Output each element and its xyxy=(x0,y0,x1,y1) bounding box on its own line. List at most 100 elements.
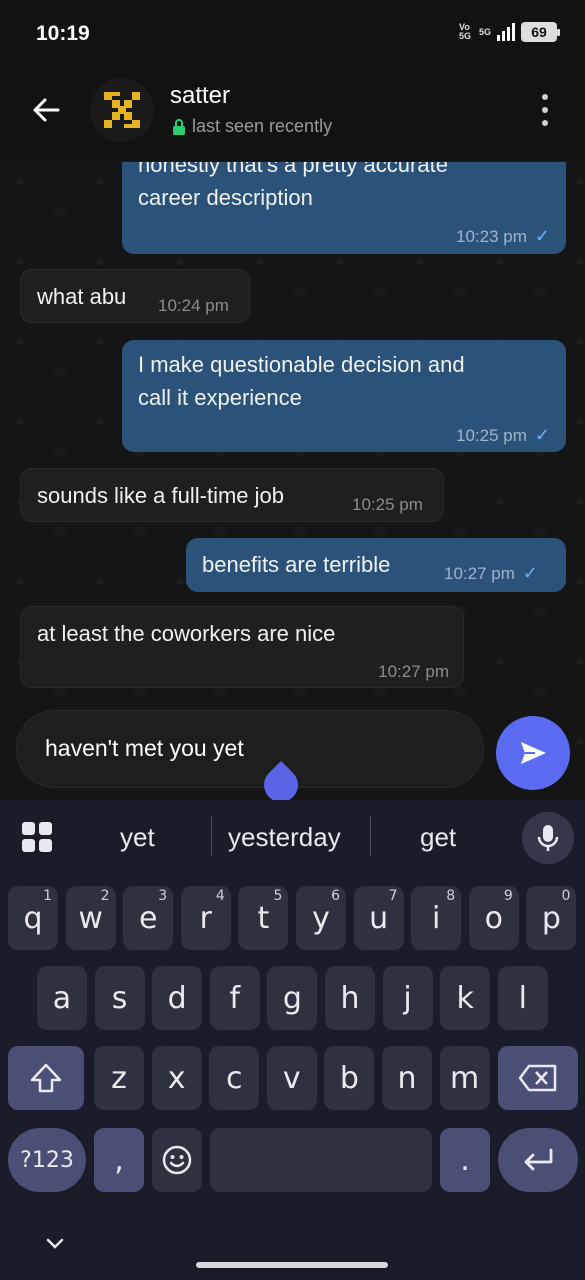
suggestion-2[interactable]: yesterday xyxy=(228,822,341,853)
message-outgoing[interactable]: benefits are terrible 10:27 pm ✓ xyxy=(186,538,566,592)
message-time: 10:27 pm xyxy=(444,564,515,583)
key-d[interactable]: d xyxy=(152,966,203,1030)
message-text: at least the coworkers are nice xyxy=(37,621,336,646)
key-g[interactable]: g xyxy=(267,966,318,1030)
key-z[interactable]: z xyxy=(94,1046,144,1110)
contact-name[interactable]: satter xyxy=(170,82,230,110)
key-s[interactable]: s xyxy=(94,966,145,1030)
avatar-image xyxy=(90,78,154,142)
send-icon xyxy=(521,742,546,764)
key-v[interactable]: v xyxy=(266,1046,317,1110)
key-i[interactable]: i8 xyxy=(411,886,462,950)
avatar[interactable] xyxy=(90,78,154,142)
key-label: l xyxy=(518,980,527,1016)
read-check-icon: ✓ xyxy=(522,563,538,583)
back-button[interactable] xyxy=(28,92,64,128)
key-l[interactable]: l xyxy=(497,966,548,1030)
message-text: call it experience xyxy=(138,385,302,410)
key-m[interactable]: m xyxy=(439,1046,490,1110)
key-number-hint: 9 xyxy=(503,888,513,904)
message-incoming[interactable]: what abu 10:24 pm xyxy=(20,269,250,323)
key-u[interactable]: u7 xyxy=(353,886,404,950)
mic-button[interactable] xyxy=(522,812,574,864)
key-y[interactable]: y6 xyxy=(296,886,346,950)
key-label: a xyxy=(52,980,72,1016)
suggestion-3[interactable]: get xyxy=(420,822,456,853)
message-input-value: haven't met you yet xyxy=(45,735,244,761)
mic-icon xyxy=(537,825,559,851)
key-label: u xyxy=(369,900,389,936)
key-label: p xyxy=(541,900,561,936)
last-seen-label: last seen recently xyxy=(192,116,333,136)
shift-icon xyxy=(30,1063,62,1093)
emoji-key[interactable] xyxy=(152,1128,202,1192)
message-text: honestly that's a pretty accurate xyxy=(138,162,448,177)
key-o[interactable]: o9 xyxy=(468,886,519,950)
key-number-hint: 5 xyxy=(273,888,283,904)
key-number-hint: 1 xyxy=(43,888,52,904)
key-t[interactable]: t5 xyxy=(238,886,289,950)
apps-grid-icon[interactable] xyxy=(22,822,52,852)
message-meta: 10:23 pm ✓ xyxy=(456,220,550,253)
key-j[interactable]: j xyxy=(382,966,433,1030)
message-time: 10:25 pm xyxy=(352,495,423,514)
key-h[interactable]: h xyxy=(325,966,375,1030)
key-x[interactable]: x xyxy=(151,1046,202,1110)
chevron-down-icon[interactable] xyxy=(44,1232,66,1254)
contact-status: last seen recently xyxy=(172,116,332,137)
message-incoming[interactable]: sounds like a full-time job 10:25 pm xyxy=(20,468,444,522)
backspace-icon xyxy=(518,1064,557,1092)
key-f[interactable]: f xyxy=(209,966,260,1030)
message-time: 10:23 pm xyxy=(456,227,527,246)
key-label: d xyxy=(167,980,187,1016)
key-e[interactable]: e3 xyxy=(123,886,174,950)
message-text: sounds like a full-time job xyxy=(37,483,285,508)
space-key[interactable] xyxy=(210,1128,432,1192)
period-key[interactable]: . xyxy=(440,1128,490,1192)
key-label: z xyxy=(111,1060,127,1096)
suggestion-divider xyxy=(370,816,371,856)
key-q[interactable]: q1 xyxy=(8,886,58,950)
signal-label: 5G xyxy=(478,27,491,37)
message-input[interactable]: haven't met you yet xyxy=(16,710,484,788)
key-w[interactable]: w2 xyxy=(65,886,116,950)
key-n[interactable]: n xyxy=(382,1046,432,1110)
message-text: benefits are terrible xyxy=(202,552,391,577)
message-list[interactable]: honestly that's a pretty accurate career… xyxy=(0,162,585,802)
key-label: t xyxy=(257,900,270,936)
key-k[interactable]: k xyxy=(440,966,491,1030)
key-label: v xyxy=(282,1060,301,1096)
comma-key[interactable]: , xyxy=(94,1128,144,1192)
chat-header: satter last seen recently xyxy=(0,72,585,162)
symbols-key[interactable]: ?123 xyxy=(8,1128,86,1192)
key-number-hint: 6 xyxy=(331,888,340,904)
key-a[interactable]: a xyxy=(37,966,87,1030)
kebab-menu-icon[interactable] xyxy=(539,94,551,126)
message-time: 10:25 pm xyxy=(456,426,527,445)
key-r[interactable]: r4 xyxy=(180,886,231,950)
key-label: x xyxy=(167,1060,186,1096)
key-label: q xyxy=(23,900,43,936)
backspace-key[interactable] xyxy=(498,1046,578,1110)
message-text: I make questionable decision and xyxy=(138,352,465,377)
message-text: what abu xyxy=(37,284,127,309)
key-label: f xyxy=(229,980,241,1016)
key-c[interactable]: c xyxy=(209,1046,260,1110)
message-time: 10:27 pm xyxy=(378,662,449,681)
home-indicator[interactable] xyxy=(196,1262,388,1268)
message-outgoing[interactable]: honestly that's a pretty accurate career… xyxy=(122,162,566,254)
key-label: c xyxy=(225,1060,243,1096)
key-p[interactable]: p0 xyxy=(526,886,577,950)
message-incoming[interactable]: at least the coworkers are nice 10:27 pm xyxy=(20,606,464,688)
send-button[interactable] xyxy=(496,716,570,790)
message-meta: 10:27 pm ✓ xyxy=(444,557,538,590)
enter-key[interactable] xyxy=(498,1128,578,1192)
suggestion-bar: yet yesterday get xyxy=(0,800,585,874)
key-label: b xyxy=(339,1060,359,1096)
shift-key[interactable] xyxy=(8,1046,84,1110)
status-time: 10:19 xyxy=(36,22,90,45)
key-label: m xyxy=(449,1060,480,1096)
suggestion-1[interactable]: yet xyxy=(120,822,155,853)
message-outgoing[interactable]: I make questionable decision and call it… xyxy=(122,340,566,452)
key-b[interactable]: b xyxy=(324,1046,375,1110)
